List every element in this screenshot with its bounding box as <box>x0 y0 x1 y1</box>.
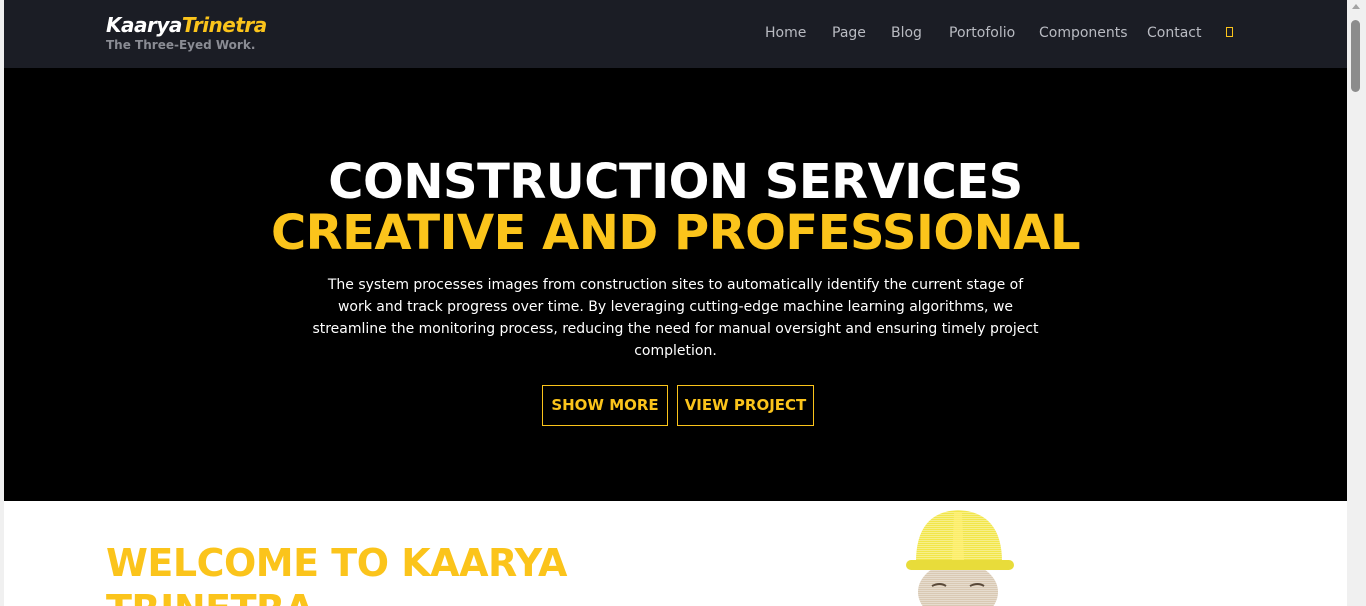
nav-page[interactable]: Page <box>832 24 866 42</box>
browser-viewport: KaaryaTrinetra The Three-Eyed Work. Home… <box>0 0 1366 606</box>
worker-hardhat-image <box>906 510 1014 606</box>
navbar: KaaryaTrinetra The Three-Eyed Work. Home… <box>4 0 1347 68</box>
page: KaaryaTrinetra The Three-Eyed Work. Home… <box>4 0 1347 606</box>
scroll-thumb[interactable] <box>1351 20 1360 92</box>
nav-contact[interactable]: Contact <box>1147 24 1201 42</box>
scroll-up-icon[interactable] <box>1352 4 1360 9</box>
show-more-button[interactable]: SHOW MORE <box>542 385 668 426</box>
hero-section: CONSTRUCTION SERVICES CREATIVE AND PROFE… <box>4 68 1347 501</box>
nav-portofolio[interactable]: Portofolio <box>949 24 1015 42</box>
nav-blog[interactable]: Blog <box>891 24 922 42</box>
hero-description: The system processes images from constru… <box>312 277 1039 359</box>
search-icon[interactable] <box>1226 27 1233 37</box>
welcome-title: WELCOME TO KAARYA TRINETRA <box>106 541 567 606</box>
nav-home[interactable]: Home <box>765 24 806 42</box>
nav-components[interactable]: Components <box>1039 24 1128 42</box>
hero-title: CONSTRUCTION SERVICES <box>328 154 1023 210</box>
view-project-button[interactable]: VIEW PROJECT <box>677 385 814 426</box>
main-nav: Home Page Blog Portofolio Components Con… <box>4 0 1347 68</box>
hero-subtitle: CREATIVE AND PROFESSIONAL <box>270 205 1081 261</box>
vertical-scrollbar[interactable] <box>1347 0 1366 606</box>
